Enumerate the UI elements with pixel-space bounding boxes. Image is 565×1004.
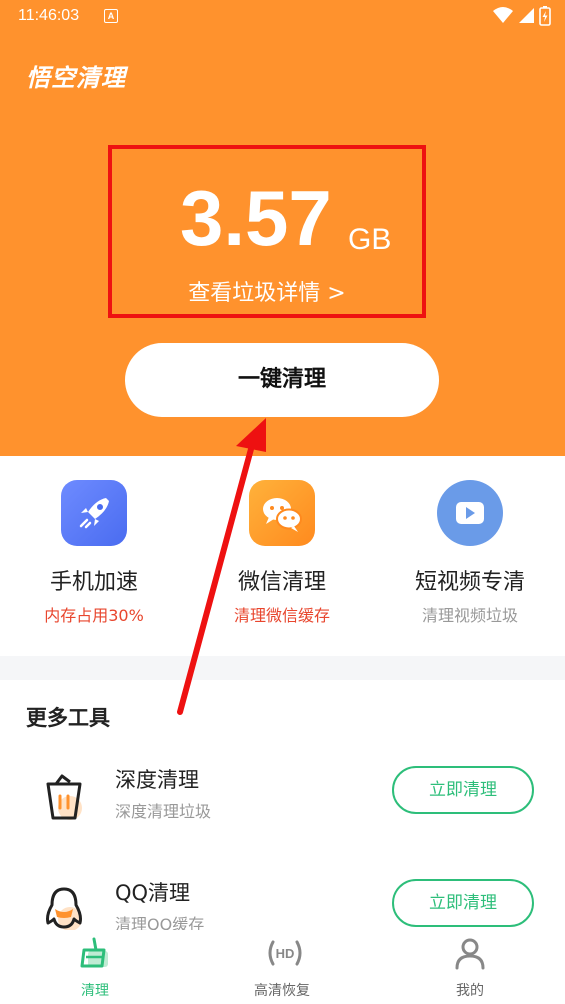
section-divider (0, 656, 565, 680)
hero-panel: 11:46:03 A 悟空清理 3.57 GB 查看垃圾详情 > 一键清理 (0, 0, 565, 456)
nav-item-clean[interactable]: 清理 (35, 936, 155, 1000)
rocket-icon (61, 480, 127, 546)
junk-size-value: 3.57 (180, 174, 332, 262)
nav-item-hd-recover[interactable]: HD 高清恢复 (222, 936, 342, 1000)
status-time: 11:46:03 (18, 7, 80, 24)
tool-desc: 深度清理垃圾 (115, 802, 212, 821)
wifi-icon (493, 7, 513, 23)
bottom-nav: 清理 HD 高清恢复 我的 (0, 930, 565, 1004)
more-tools-title: 更多工具 (26, 706, 110, 730)
nav-item-mine[interactable]: 我的 (410, 936, 530, 1000)
hd-icon: HD (265, 936, 302, 970)
junk-summary[interactable]: 3.57 GB 查看垃圾详情 > (108, 145, 426, 318)
junk-size-unit: GB (348, 223, 392, 256)
tool-name: QQ清理 (115, 881, 191, 905)
feature-subtitle: 清理微信缓存 (233, 606, 330, 625)
trash-bin-icon (40, 772, 88, 824)
battery-charging-icon (539, 6, 551, 26)
one-click-clean-button[interactable]: 一键清理 (125, 343, 439, 417)
feature-short-video-clean[interactable]: 短视频专清 清理视频垃圾 (376, 480, 564, 626)
video-play-icon (437, 480, 503, 546)
nav-label: 我的 (456, 983, 484, 999)
broom-icon (78, 936, 112, 970)
app-title: 悟空清理 (26, 64, 126, 92)
qq-clean-button[interactable]: 立即清理 (392, 879, 534, 927)
notification-a-icon: A (104, 9, 118, 23)
user-icon (453, 936, 487, 970)
feature-title: 短视频专清 (414, 570, 525, 595)
wechat-icon (249, 480, 315, 546)
feature-phone-boost[interactable]: 手机加速 内存占用30% (0, 480, 188, 626)
junk-detail-link[interactable]: 查看垃圾详情 > (112, 275, 422, 307)
svg-text:HD: HD (276, 946, 295, 961)
feature-title: 手机加速 (49, 570, 138, 595)
tool-row-deep-clean: 深度清理 深度清理垃圾 立即清理 (0, 764, 565, 844)
tool-name: 深度清理 (115, 768, 199, 792)
deep-clean-button[interactable]: 立即清理 (392, 766, 534, 814)
feature-subtitle: 清理视频垃圾 (421, 606, 518, 625)
feature-title: 微信清理 (237, 570, 326, 595)
signal-icon (519, 8, 534, 23)
nav-label: 高清恢复 (254, 983, 310, 999)
status-indicators (489, 6, 551, 26)
nav-label: 清理 (81, 983, 109, 999)
feature-subtitle: 内存占用30% (44, 606, 144, 625)
status-bar: 11:46:03 A (0, 0, 565, 34)
feature-wechat-clean[interactable]: 微信清理 清理微信缓存 (188, 480, 376, 626)
